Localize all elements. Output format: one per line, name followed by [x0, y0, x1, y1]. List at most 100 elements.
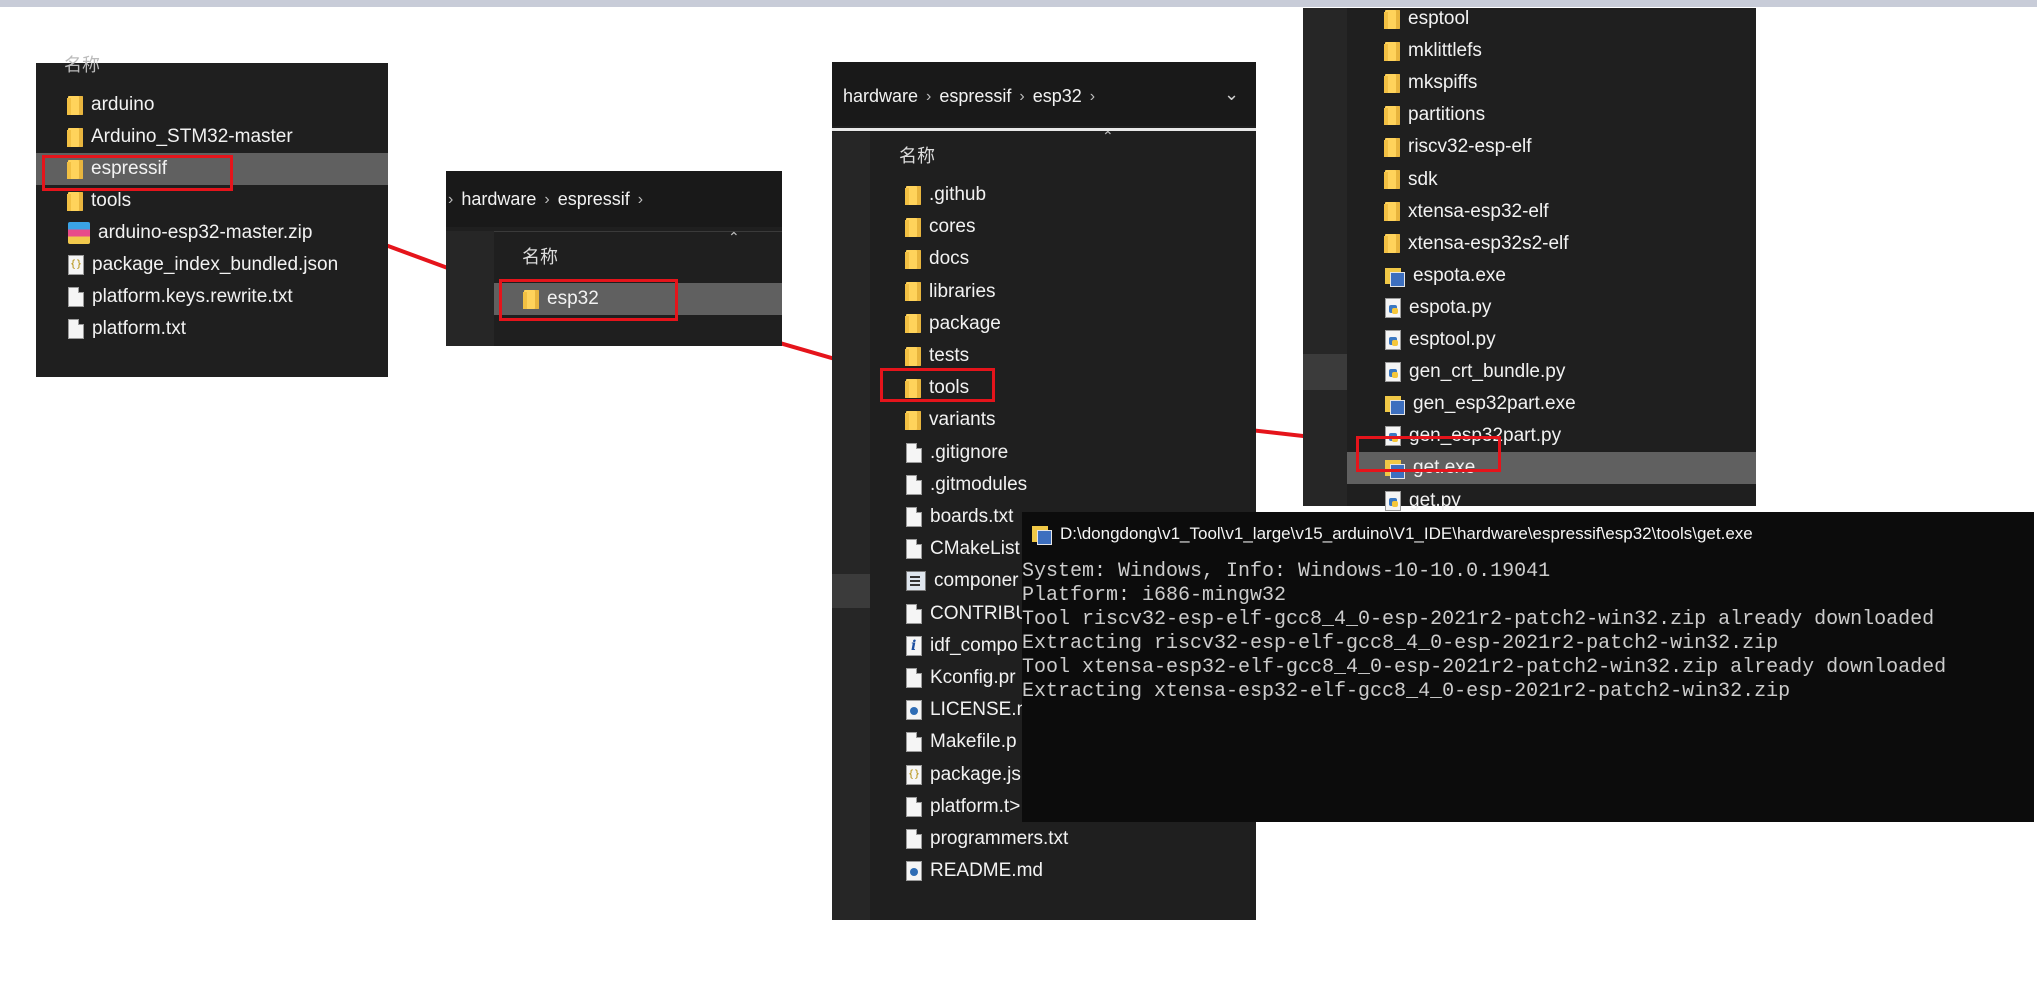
chevron-right-icon: › [1019, 87, 1025, 105]
text-file-icon [906, 539, 922, 560]
json-file-icon [906, 764, 922, 785]
list-item[interactable]: riscv32-esp-elf [1347, 131, 1756, 163]
chevron-right-icon: › [926, 87, 932, 105]
console-output: System: Windows, Info: Windows-10-10.0.1… [1022, 560, 1946, 704]
list-item[interactable]: programmers.txt [870, 823, 1256, 855]
folder-icon [905, 314, 921, 334]
list-item[interactable]: xtensa-esp32s2-elf [1347, 228, 1756, 260]
console-line: System: Windows, Info: Windows-10-10.0.1… [1022, 560, 1551, 583]
list-item[interactable]: gen_crt_bundle.py [1347, 356, 1756, 388]
console-line: Extracting riscv32-esp-elf-gcc8_4_0-esp-… [1022, 632, 1779, 655]
list-item[interactable]: docs [870, 243, 1256, 275]
text-file-icon [906, 507, 922, 527]
list-item[interactable]: .gitmodules [870, 469, 1256, 501]
breadcrumb-espressif[interactable]: espressif [558, 189, 630, 210]
text-file-icon [906, 474, 922, 495]
console-app-icon [1032, 524, 1052, 545]
list-item[interactable]: espota.exe [1347, 260, 1756, 292]
list-item[interactable]: xtensa-esp32-elf [1347, 196, 1756, 228]
folder-icon [905, 410, 921, 430]
breadcrumb-hardware[interactable]: hardware [461, 189, 536, 210]
sort-up-icon: ⌃ [1102, 128, 1114, 144]
python-file-icon [1385, 297, 1401, 318]
folder-icon [67, 95, 83, 115]
text-file-icon [68, 287, 84, 307]
folder-icon [905, 249, 921, 269]
console-line: Tool riscv32-esp-elf-gcc8_4_0-esp-2021r2… [1022, 608, 1935, 631]
folder-icon [1384, 41, 1400, 61]
list-item[interactable]: partitions [1347, 99, 1756, 131]
script-file-icon [906, 571, 926, 592]
folder-icon [905, 185, 921, 205]
text-file-icon [906, 603, 922, 624]
highlight-espressif [42, 155, 233, 191]
breadcrumb: hardware › espressif › esp32 › [843, 86, 1103, 107]
highlight-tools [880, 368, 995, 402]
json-file-icon [68, 255, 84, 275]
executable-icon [1385, 266, 1405, 287]
text-file-icon [906, 796, 922, 817]
folder-icon [67, 127, 83, 147]
info-file-icon [906, 635, 922, 656]
console-title-bar[interactable]: D:\dongdong\v1_Tool\v1_large\v15_arduino… [1022, 512, 2034, 556]
list-item[interactable]: arduino [36, 89, 388, 121]
list-item[interactable]: cores [870, 211, 1256, 243]
chevron-right-icon: › [448, 190, 454, 208]
column-header-name[interactable]: 名称 [899, 142, 935, 168]
breadcrumb-hardware[interactable]: hardware [843, 86, 918, 107]
folder-icon [67, 191, 83, 211]
text-file-icon [906, 732, 922, 753]
breadcrumb-espressif[interactable]: espressif [939, 86, 1011, 107]
list-item[interactable]: mkspiffs [1347, 67, 1756, 99]
list-item[interactable]: esptool [1347, 3, 1756, 35]
markdown-file-icon [906, 700, 922, 721]
folder-icon [1384, 105, 1400, 125]
breadcrumb: › hardware › espressif › [448, 189, 651, 210]
column-header-name[interactable]: 名称 [522, 243, 558, 269]
text-file-icon [906, 442, 922, 463]
python-file-icon [1385, 330, 1401, 350]
folder-icon [1384, 234, 1400, 254]
list-item[interactable]: package_index_bundled.json [36, 249, 388, 281]
console-line: Extracting xtensa-esp32-elf-gcc8_4_0-esp… [1022, 680, 1791, 703]
executable-icon [1385, 394, 1405, 416]
chevron-right-icon: › [637, 190, 644, 208]
list-item[interactable]: platform.keys.rewrite.txt [36, 281, 388, 313]
list-item[interactable]: .gitignore [870, 437, 1256, 469]
list-item[interactable]: esptool.py [1347, 324, 1756, 356]
python-file-icon [1385, 362, 1401, 383]
list-item[interactable]: variants [870, 404, 1256, 436]
chevron-right-icon: › [1089, 87, 1096, 105]
text-file-icon [68, 319, 84, 339]
list-item[interactable]: platform.txt [36, 313, 388, 345]
folder-icon [1384, 170, 1400, 189]
console-line: Platform: i686-mingw32 [1022, 584, 1287, 607]
folder-icon [1384, 73, 1400, 93]
list-item[interactable]: espota.py [1347, 292, 1756, 324]
highlight-esp32 [499, 279, 678, 321]
list-item[interactable]: Arduino_STM32-master [36, 121, 388, 153]
explorer-panel-root: 名称 arduino Arduino_STM32-master espressif t… [36, 55, 388, 377]
folder-icon [1384, 137, 1400, 157]
list-item[interactable]: libraries [870, 276, 1256, 308]
folder-icon [1384, 202, 1400, 222]
folder-icon [905, 346, 921, 366]
list-item[interactable]: package [870, 308, 1256, 340]
explorer-panel-tools: esptool mklittlefs mkspiffs partitions riscv… [1303, 8, 1756, 511]
list-item[interactable]: sdk [1347, 164, 1756, 196]
list-item[interactable]: mklittlefs [1347, 35, 1756, 67]
console-window[interactable]: D:\dongdong\v1_Tool\v1_large\v15_arduino… [1022, 512, 2034, 822]
list-item[interactable]: arduino-esp32-master.zip [36, 217, 388, 249]
column-header-name[interactable]: 名称 [64, 51, 100, 77]
list-item[interactable]: gen_esp32part.exe [1347, 388, 1756, 420]
python-file-icon [1385, 490, 1401, 511]
breadcrumb-esp32[interactable]: esp32 [1033, 86, 1082, 107]
list-item[interactable]: .github [870, 179, 1256, 211]
text-file-icon [906, 668, 922, 688]
sort-up-icon: ⌃ [728, 229, 740, 245]
folder-icon [905, 282, 921, 302]
list-item[interactable]: README.md [870, 855, 1256, 887]
chevron-down-icon[interactable]: ⌄ [1224, 84, 1239, 105]
markdown-file-icon [906, 861, 922, 882]
folder-icon [905, 217, 921, 237]
